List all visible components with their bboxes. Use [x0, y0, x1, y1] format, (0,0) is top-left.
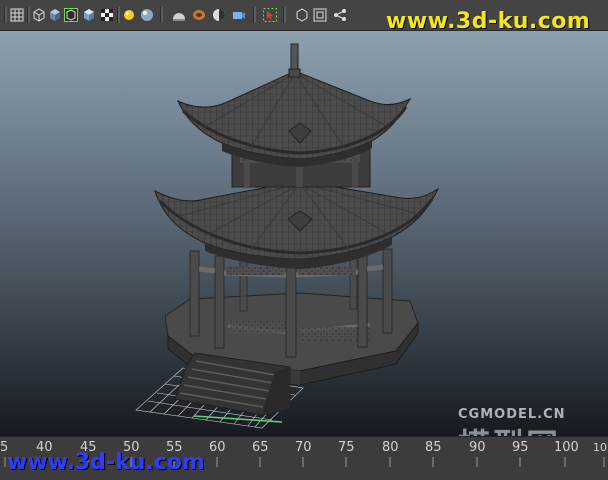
timeline-tick-label: 90 — [469, 440, 486, 455]
toolbar-separator — [253, 7, 256, 23]
camera-icon[interactable] — [232, 8, 246, 22]
toolbar-separator — [160, 7, 163, 23]
watermark-bottom: www.3d-ku.com — [7, 450, 205, 475]
toolbar-separator — [27, 7, 30, 23]
3d-viewport[interactable] — [0, 31, 608, 436]
share-icon[interactable] — [333, 8, 347, 22]
grid-icon[interactable] — [10, 8, 24, 22]
timeline-tick-label: 105 — [593, 441, 608, 454]
upper-roof — [176, 70, 412, 167]
pavilion-model[interactable] — [0, 31, 608, 436]
frame-icon[interactable] — [313, 8, 327, 22]
timeline-tick-label: 85 — [425, 440, 442, 455]
roof-finial — [288, 43, 301, 78]
shaded-cube-icon[interactable] — [48, 8, 62, 22]
timeline-tick-label: 80 — [382, 440, 399, 455]
isolate-cube-icon[interactable] — [295, 8, 309, 22]
sphere-icon[interactable] — [140, 8, 154, 22]
timeline-tick-label: 60 — [209, 440, 226, 455]
timeline-tick-label: 75 — [338, 440, 355, 455]
default-light-icon[interactable] — [122, 8, 136, 22]
bounding-box-icon[interactable] — [64, 8, 78, 22]
toolbar-separator — [4, 7, 7, 23]
ambient-occlusion-icon[interactable] — [192, 8, 206, 22]
wireframe-cube-icon[interactable] — [32, 8, 46, 22]
select-icon[interactable] — [263, 8, 277, 22]
toolbar-separator — [283, 7, 286, 23]
toolbar-separator — [117, 7, 120, 23]
timeline-tick-label: 70 — [295, 440, 312, 455]
timeline-tick-label: 100 — [554, 440, 579, 455]
textured-cube-icon[interactable] — [82, 8, 96, 22]
timeline-tick-label: 65 — [252, 440, 269, 455]
timeline-tick-label: 95 — [512, 440, 529, 455]
checker-icon[interactable] — [100, 8, 114, 22]
contrast-icon[interactable] — [212, 8, 226, 22]
dome-light-icon[interactable] — [172, 8, 186, 22]
